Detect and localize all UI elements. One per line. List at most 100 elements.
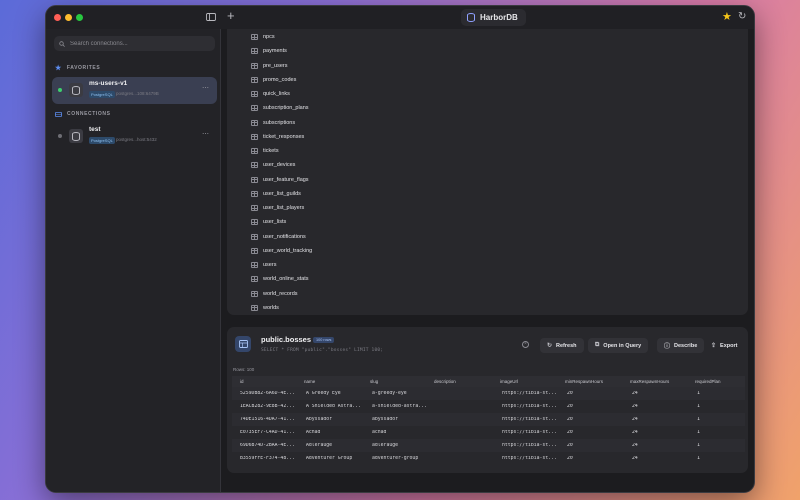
refresh-icon[interactable]: ↻ xyxy=(738,10,746,24)
open-query-icon: ⧉ xyxy=(595,342,600,348)
table-cell: 1 xyxy=(697,404,700,409)
table-icon xyxy=(251,76,258,83)
table-list-item[interactable]: user_world_tracking xyxy=(251,246,312,256)
export-label: Export xyxy=(720,342,738,349)
table-cell: https://tibia-st... xyxy=(502,430,557,435)
connection-host: postgres...108:6479B xyxy=(116,91,159,96)
sql-preview: SELECT * FROM "public"."bosses" LIMIT 10… xyxy=(261,348,384,353)
column-header[interactable]: id xyxy=(240,379,244,384)
table-list-item[interactable]: user_notifications xyxy=(251,232,306,242)
search-input[interactable] xyxy=(70,40,210,47)
table-cell: 24 xyxy=(632,391,638,396)
column-header[interactable]: slug xyxy=(370,379,378,384)
app-title: HarborDB xyxy=(480,13,518,22)
table-row[interactable]: 5259DB82-6A6D-4E... A Greedy Eye a-greedy-… xyxy=(232,387,745,400)
close-window-button[interactable] xyxy=(54,14,61,21)
minimize-window-button[interactable] xyxy=(65,14,72,21)
table-cell: https://tibia-st... xyxy=(502,443,557,448)
column-header[interactable]: requiredPlan xyxy=(695,379,721,384)
column-header[interactable]: imageUrl xyxy=(500,379,518,384)
describe-button[interactable]: ⓘ Describe xyxy=(657,338,705,353)
star-icon: ★ xyxy=(55,65,62,72)
table-name: promo_codes xyxy=(263,76,297,83)
more-options-icon[interactable]: ⋯ xyxy=(202,130,209,138)
table-list: npcs payments pre_users promo_codes quick_li… xyxy=(227,29,748,315)
table-cell: Adventurer Group xyxy=(306,456,353,461)
table-cell: 20 xyxy=(567,404,573,409)
table-list-item[interactable]: user_lists xyxy=(251,217,286,227)
table-list-item[interactable]: tickets xyxy=(251,146,279,156)
table-row[interactable]: E0735EF7-C4AD-41... Achad achad https://tib… xyxy=(232,426,745,439)
column-header[interactable]: name xyxy=(304,379,315,384)
table-icon xyxy=(251,304,258,311)
more-options-icon[interactable]: ⋯ xyxy=(202,84,209,92)
column-header[interactable]: description xyxy=(434,379,456,384)
rows-count: Rows: 100 xyxy=(233,367,255,372)
table-cell: 24 xyxy=(632,417,638,422)
table-cell: 1 xyxy=(697,443,700,448)
status-dot xyxy=(58,134,62,138)
table-list-item[interactable]: worlds xyxy=(251,303,279,313)
refresh-button[interactable]: ↻ Refresh xyxy=(540,338,584,353)
table-list-item[interactable]: npcs xyxy=(251,32,275,42)
table-cell: 24 xyxy=(632,430,638,435)
database-icon xyxy=(69,83,83,97)
table-icon xyxy=(251,233,258,240)
zoom-window-button[interactable] xyxy=(76,14,83,21)
table-row[interactable]: 1EACB282-9E8B-42... A Shielded Astra... a-… xyxy=(232,400,745,413)
table-cell: https://tibia-st... xyxy=(502,404,557,409)
table-list-item[interactable]: world_records xyxy=(251,289,298,299)
table-name: user_devices xyxy=(263,162,296,169)
table-cell: 74DE1516-4DA7-41... xyxy=(240,417,295,422)
table-list-item[interactable]: promo_codes xyxy=(251,75,296,85)
table-cell: adlerauge xyxy=(372,443,398,448)
connection-item-test[interactable]: test PostgreSQL postgres...host:5432 ⋯ xyxy=(52,123,217,150)
clear-icon[interactable]: × xyxy=(522,341,529,348)
table-name: user_world_tracking xyxy=(263,247,313,254)
table-list-item[interactable]: user_list_guilds xyxy=(251,189,301,199)
table-list-item[interactable]: user_devices xyxy=(251,160,295,170)
table-header: id name slug description imageUrl minRespawnH… xyxy=(232,376,745,387)
table-cell: Abyssador xyxy=(306,417,332,422)
table-name: users xyxy=(263,262,277,268)
database-icon xyxy=(69,129,83,143)
star-icon[interactable]: ★ xyxy=(722,10,732,24)
table-list-item[interactable]: subscription_plans xyxy=(251,103,309,113)
status-dot xyxy=(58,88,62,92)
table-cell: 20 xyxy=(567,391,573,396)
results-table: id name slug description imageUrl minRespawnH… xyxy=(232,376,745,465)
table-list-item[interactable]: quick_links xyxy=(251,89,290,99)
table-icon xyxy=(251,148,258,154)
table-icon xyxy=(251,247,258,254)
table-cell: adventurer-group xyxy=(372,456,419,461)
table-row[interactable]: 69D6B74D-2BAA-4E... Adlerauge adlerauge htt… xyxy=(232,439,745,452)
connection-search[interactable] xyxy=(54,36,215,51)
open-in-query-button[interactable]: ⧉ Open in Query xyxy=(588,338,649,353)
table-row[interactable]: B3559FFE-F374-48... Adventurer Group adven… xyxy=(232,452,745,465)
table-list-item[interactable]: ticket_responses xyxy=(251,132,304,142)
column-header[interactable]: minRespawnHours xyxy=(565,379,603,384)
table-cell: 1 xyxy=(697,417,700,422)
table-list-item[interactable]: subscriptions xyxy=(251,118,295,128)
table-name: npcs xyxy=(263,34,275,40)
table-list-item[interactable]: payments xyxy=(251,46,287,56)
table-list-item[interactable]: pre_users xyxy=(251,61,287,71)
connection-item-ms-users-v1[interactable]: ms-users-v1 PostgreSQL postgres...108:64… xyxy=(52,77,217,104)
connection-name: test xyxy=(89,126,101,133)
export-button[interactable]: ⇪ Export xyxy=(707,338,741,353)
sidebar-toggle-icon[interactable] xyxy=(206,11,216,25)
connection-name: ms-users-v1 xyxy=(89,80,128,87)
new-tab-icon[interactable]: + xyxy=(227,9,235,23)
engine-badge: PostgreSQL xyxy=(89,137,115,144)
table-name: subscription_plans xyxy=(263,105,309,112)
table-icon xyxy=(251,190,258,197)
table-list-item[interactable]: user_feature_flags xyxy=(251,175,309,185)
table-list-item[interactable]: users xyxy=(251,260,276,270)
table-list-item[interactable]: world_online_stats xyxy=(251,274,309,284)
table-row[interactable]: 74DE1516-4DA7-41... Abyssador abyssador htt… xyxy=(232,413,745,426)
favorites-header: ★ FAVORITES xyxy=(55,64,100,72)
table-cell: https://tibia-st... xyxy=(502,417,557,422)
table-list-item[interactable]: user_list_players xyxy=(251,203,304,213)
column-header[interactable]: maxRespawnHours xyxy=(630,379,669,384)
app-window: + HarborDB ★ ↻ ★ FAVORITES ms-users-v1 P… xyxy=(45,5,755,493)
